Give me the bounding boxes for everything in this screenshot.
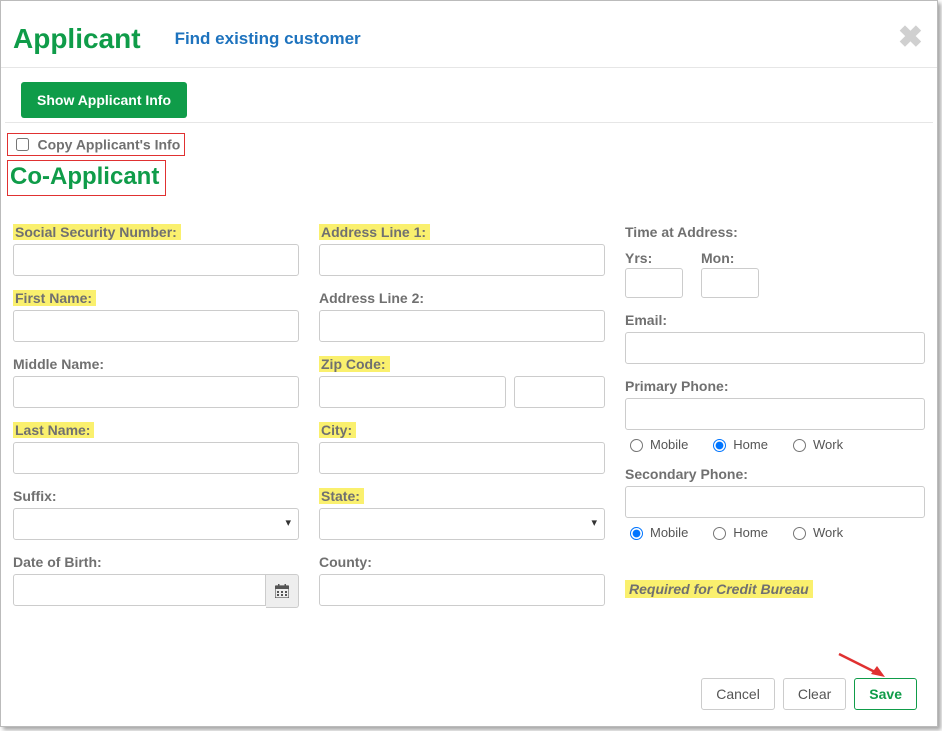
header-bar: Applicant Find existing customer bbox=[1, 1, 937, 68]
county-label: County: bbox=[319, 554, 372, 570]
secondary-work-radio[interactable] bbox=[793, 527, 806, 540]
address2-input[interactable] bbox=[319, 310, 605, 342]
primary-home-label: Home bbox=[733, 437, 768, 452]
copy-applicant-info-highlight: Copy Applicant's Info bbox=[7, 133, 185, 156]
column-contact: Time at Address: Yrs: Mon: Email: Primar… bbox=[625, 224, 925, 622]
first-name-label: First Name: bbox=[13, 290, 96, 306]
cancel-button[interactable]: Cancel bbox=[701, 678, 775, 710]
column-address: Address Line 1: Address Line 2: Zip Code… bbox=[319, 224, 605, 622]
show-applicant-info-button[interactable]: Show Applicant Info bbox=[21, 82, 187, 118]
calendar-icon bbox=[275, 584, 289, 598]
city-label: City: bbox=[319, 422, 356, 438]
primary-mobile-label: Mobile bbox=[650, 437, 688, 452]
last-name-input[interactable] bbox=[13, 442, 299, 474]
co-applicant-title: Co-Applicant bbox=[7, 160, 166, 196]
secondary-home-radio[interactable] bbox=[713, 527, 726, 540]
zip-label: Zip Code: bbox=[319, 356, 390, 372]
save-button[interactable]: Save bbox=[854, 678, 917, 710]
co-applicant-form: Social Security Number: First Name: Midd… bbox=[1, 196, 937, 622]
address2-label: Address Line 2: bbox=[319, 290, 424, 306]
applicant-modal: Applicant Find existing customer ✖ Show … bbox=[0, 0, 938, 727]
time-at-address-label: Time at Address: bbox=[625, 224, 738, 240]
state-select[interactable] bbox=[319, 508, 605, 540]
divider bbox=[5, 122, 933, 123]
address1-input[interactable] bbox=[319, 244, 605, 276]
secondary-home-label: Home bbox=[733, 525, 768, 540]
suffix-label: Suffix: bbox=[13, 488, 57, 504]
clear-button[interactable]: Clear bbox=[783, 678, 846, 710]
close-icon[interactable]: ✖ bbox=[898, 23, 923, 53]
middle-name-label: Middle Name: bbox=[13, 356, 104, 372]
state-label: State: bbox=[319, 488, 364, 504]
find-customer-link[interactable]: Find existing customer bbox=[175, 29, 361, 49]
primary-work-label: Work bbox=[813, 437, 843, 452]
secondary-phone-input[interactable] bbox=[625, 486, 925, 518]
middle-name-input[interactable] bbox=[13, 376, 299, 408]
secondary-phone-label: Secondary Phone: bbox=[625, 466, 748, 482]
column-personal: Social Security Number: First Name: Midd… bbox=[13, 224, 299, 622]
dob-input[interactable] bbox=[13, 574, 266, 606]
primary-phone-label: Primary Phone: bbox=[625, 378, 728, 394]
last-name-label: Last Name: bbox=[13, 422, 94, 438]
mon-input[interactable] bbox=[701, 268, 759, 298]
primary-phone-type: Mobile Home Work bbox=[625, 436, 925, 452]
zip4-input[interactable] bbox=[514, 376, 605, 408]
city-input[interactable] bbox=[319, 442, 605, 474]
email-input[interactable] bbox=[625, 332, 925, 364]
primary-mobile-radio[interactable] bbox=[630, 439, 643, 452]
required-for-credit-bureau-note: Required for Credit Bureau bbox=[625, 580, 813, 598]
ssn-input[interactable] bbox=[13, 244, 299, 276]
county-input[interactable] bbox=[319, 574, 605, 606]
yrs-input[interactable] bbox=[625, 268, 683, 298]
address1-label: Address Line 1: bbox=[319, 224, 430, 240]
page-title: Applicant bbox=[13, 23, 141, 55]
first-name-input[interactable] bbox=[13, 310, 299, 342]
secondary-phone-type: Mobile Home Work bbox=[625, 524, 925, 540]
primary-work-radio[interactable] bbox=[793, 439, 806, 452]
annotation-arrow bbox=[837, 650, 887, 680]
mon-label: Mon: bbox=[701, 250, 734, 266]
zip-input[interactable] bbox=[319, 376, 506, 408]
copy-applicant-info-checkbox[interactable] bbox=[16, 138, 29, 151]
secondary-mobile-radio[interactable] bbox=[630, 527, 643, 540]
calendar-button[interactable] bbox=[266, 574, 299, 608]
footer-buttons: Cancel Clear Save bbox=[701, 678, 917, 710]
dob-label: Date of Birth: bbox=[13, 554, 102, 570]
ssn-label: Social Security Number: bbox=[13, 224, 181, 240]
primary-phone-input[interactable] bbox=[625, 398, 925, 430]
secondary-work-label: Work bbox=[813, 525, 843, 540]
suffix-select[interactable] bbox=[13, 508, 299, 540]
yrs-label: Yrs: bbox=[625, 250, 652, 266]
primary-home-radio[interactable] bbox=[713, 439, 726, 452]
copy-applicant-info-label: Copy Applicant's Info bbox=[37, 137, 180, 153]
email-label: Email: bbox=[625, 312, 667, 328]
secondary-mobile-label: Mobile bbox=[650, 525, 688, 540]
